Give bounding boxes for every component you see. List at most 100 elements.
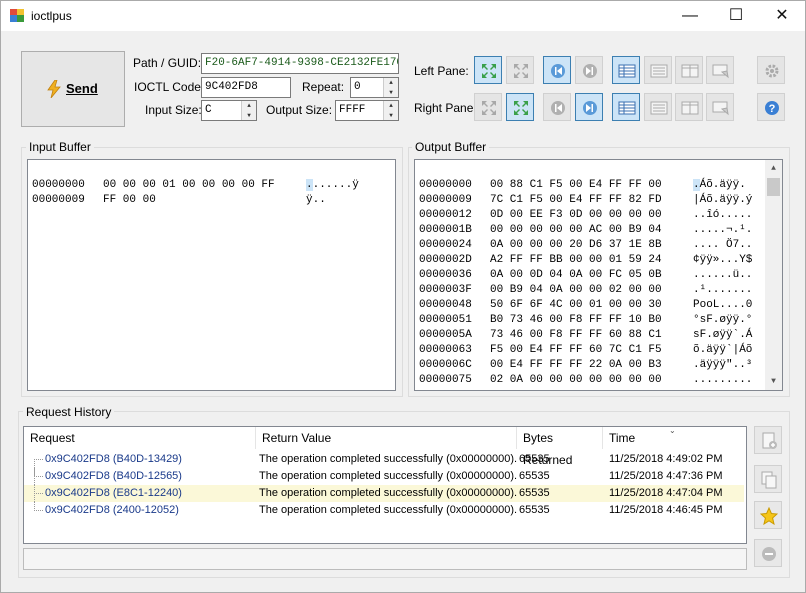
settings-button[interactable] [757,56,785,84]
request-history-list[interactable]: Request Return Value Bytes Returned Time… [23,426,747,544]
hex-ascii[interactable]: .... Ö7.. [693,239,752,251]
minimize-button[interactable]: — [667,1,713,31]
right-pane-expand-button[interactable] [474,93,502,121]
output-scrollbar[interactable]: ▲ ▼ [765,160,782,390]
hex-ascii[interactable]: .....¬.¹. [693,224,752,236]
hex-address: 0000001B [419,224,472,236]
history-bytes-returned: 65535 [519,470,550,482]
input-size-value: C [205,104,212,116]
maximize-button[interactable]: ☐ [713,1,759,31]
repeat-spinner[interactable]: ▲ ▼ [383,78,398,97]
hex-ascii[interactable]: °sF.øÿÿ.° [693,314,752,326]
left-pane-view-split-button[interactable] [675,56,703,84]
hex-bytes[interactable]: 00 00 00 00 00 AC 00 B9 04 [490,224,662,236]
output-buffer-hex-view[interactable]: 00000000 00 88 C1 F5 00 E4 FF FF 00 .Áõ.äÿ… [414,159,783,391]
history-request: 0x9C402FD8 (B40D-13429) [45,453,182,465]
history-row[interactable]: 0x9C402FD8 (2400-12052) The operation com… [24,502,744,519]
hex-bytes[interactable]: 73 46 00 F8 FF FF 60 88 C1 [490,329,662,341]
hex-bytes[interactable]: 50 6F 6F 4C 00 01 00 00 30 [490,299,662,311]
right-pane-last-button[interactable] [575,93,603,121]
left-pane-first-button[interactable] [543,56,571,84]
hex-address: 00000012 [419,209,472,221]
output-size-spinner[interactable]: ▲ ▼ [383,101,398,120]
left-pane-view-list-button[interactable] [644,56,672,84]
send-button[interactable]: Send [21,51,125,127]
hex-ascii[interactable]: sF.øÿÿ`.Á [693,329,752,341]
hex-ascii[interactable]: ¢ÿÿ»...Y$ [693,254,752,266]
hex-bytes[interactable]: 00 88 C1 F5 00 E4 FF FF 00 [490,179,662,191]
left-pane-view-table-button[interactable] [612,56,640,84]
scroll-up-arrow[interactable]: ▲ [765,160,782,177]
hex-row: 0000002D A2 FF FF BB 00 00 01 59 24 ¢ÿÿ»..… [415,254,782,269]
table-icon [618,101,636,115]
hex-ascii[interactable]: .Áõ.äÿÿ. [693,179,746,191]
history-time: 11/25/2018 4:47:36 PM [609,470,723,482]
hex-ascii[interactable]: .¹....... [693,284,752,296]
app-window: ioctlpus — ☐ ✕ Send Path / GUID: F20-6AF… [0,0,806,593]
input-size-spinner[interactable]: ▲ ▼ [241,101,256,120]
hex-bytes[interactable]: 00 00 00 01 00 00 00 00 FF [103,179,275,191]
history-return-value: The operation completed successfully (0x… [259,504,518,516]
save-request-button[interactable] [754,465,782,493]
right-pane-view-table-button[interactable] [612,93,640,121]
left-pane-collapse-button[interactable] [506,56,534,84]
history-bytes-returned: 65535 [519,487,550,499]
hex-bytes[interactable]: 7C C1 F5 00 E4 FF FF 82 FD [490,194,662,206]
hex-bytes[interactable]: 02 0A 00 00 00 00 00 00 00 [490,374,662,386]
window-title: ioctlpus [31,9,72,23]
hex-bytes[interactable]: F5 00 E4 FF FF 60 7C C1 F5 [490,344,662,356]
hex-bytes[interactable]: B0 73 46 00 F8 FF FF 10 B0 [490,314,662,326]
hex-ascii[interactable]: ÿ.. [306,194,326,206]
hex-bytes[interactable]: 0A 00 0D 04 0A 00 FC 05 0B [490,269,662,281]
hex-ascii[interactable]: .......ÿ [306,179,359,191]
repeat-input[interactable]: 0 ▲ ▼ [350,77,399,98]
right-pane-view-list-button[interactable] [644,93,672,121]
column-header-return-value[interactable]: Return Value [256,427,517,449]
history-row[interactable]: 0x9C402FD8 (E8C1-12240) The operation com… [24,485,744,502]
path-guid-input[interactable]: F20-6AF7-4914-9398-CE2132FE170F} [201,53,399,74]
status-bar [23,548,747,570]
hex-ascii[interactable]: ......... [693,374,752,386]
history-row[interactable]: 0x9C402FD8 (B40D-13429) The operation com… [24,451,744,476]
favorite-button[interactable] [754,501,782,529]
right-pane-view-comment-button[interactable] [706,93,734,121]
history-bytes-returned: 65535 [519,504,550,516]
list-icon [650,64,668,78]
remove-request-button[interactable] [754,539,782,567]
hex-ascii[interactable]: ......ü.. [693,269,752,281]
hex-ascii[interactable]: |Áõ.äÿÿ.ý [693,194,752,206]
hex-ascii[interactable]: .äÿÿÿ"..³ [693,359,752,371]
hex-ascii[interactable]: PooL....0 [693,299,752,311]
right-pane-view-split-button[interactable] [675,93,703,121]
ioctl-code-input[interactable]: 9C402FD8 [201,77,291,98]
request-history-title: Request History [23,405,115,419]
sort-chevron-icon: ⌄ [669,426,676,435]
right-pane-first-button[interactable] [543,93,571,121]
left-pane-expand-button[interactable] [474,56,502,84]
close-button[interactable]: ✕ [759,1,805,31]
hex-bytes[interactable]: 0D 00 EE F3 0D 00 00 00 00 [490,209,662,221]
help-button[interactable]: ? [757,93,785,121]
column-header-request[interactable]: Request [24,427,256,449]
new-request-button[interactable] [754,426,782,454]
hex-ascii[interactable]: õ.äÿÿ`|Áõ [693,344,752,356]
scroll-down-arrow[interactable]: ▼ [765,373,782,390]
history-row[interactable]: 0x9C402FD8 (B40D-12565) The operation com… [24,468,744,485]
column-header-time[interactable]: Time ⌄ [603,426,744,449]
right-pane-collapse-button[interactable] [506,93,534,121]
column-header-bytes-returned[interactable]: Bytes Returned [517,427,603,467]
hex-ascii[interactable]: ..îó..... [693,209,752,221]
left-pane-last-button[interactable] [575,56,603,84]
input-size-input[interactable]: C ▲ ▼ [201,100,257,121]
hex-bytes[interactable]: FF 00 00 [103,194,156,206]
hex-row: 00000051 B0 73 46 00 F8 FF FF 10 B0 °sF.øÿ… [415,314,782,329]
hex-bytes[interactable]: 00 E4 FF FF FF 22 0A 00 B3 [490,359,662,371]
hex-bytes[interactable]: A2 FF FF BB 00 00 01 59 24 [490,254,662,266]
input-buffer-hex-view[interactable]: 00000000 00 00 00 01 00 00 00 00 FF......… [27,159,396,391]
left-pane-view-comment-button[interactable] [706,56,734,84]
scroll-thumb[interactable] [767,178,780,196]
hex-bytes[interactable]: 0A 00 00 00 20 D6 37 1E 8B [490,239,662,251]
hex-bytes[interactable]: 00 B9 04 0A 00 00 02 00 00 [490,284,662,296]
output-size-input[interactable]: FFFF ▲ ▼ [335,100,399,121]
hex-row: 00000012 0D 00 EE F3 0D 00 00 00 00 ..îó..… [415,209,782,224]
